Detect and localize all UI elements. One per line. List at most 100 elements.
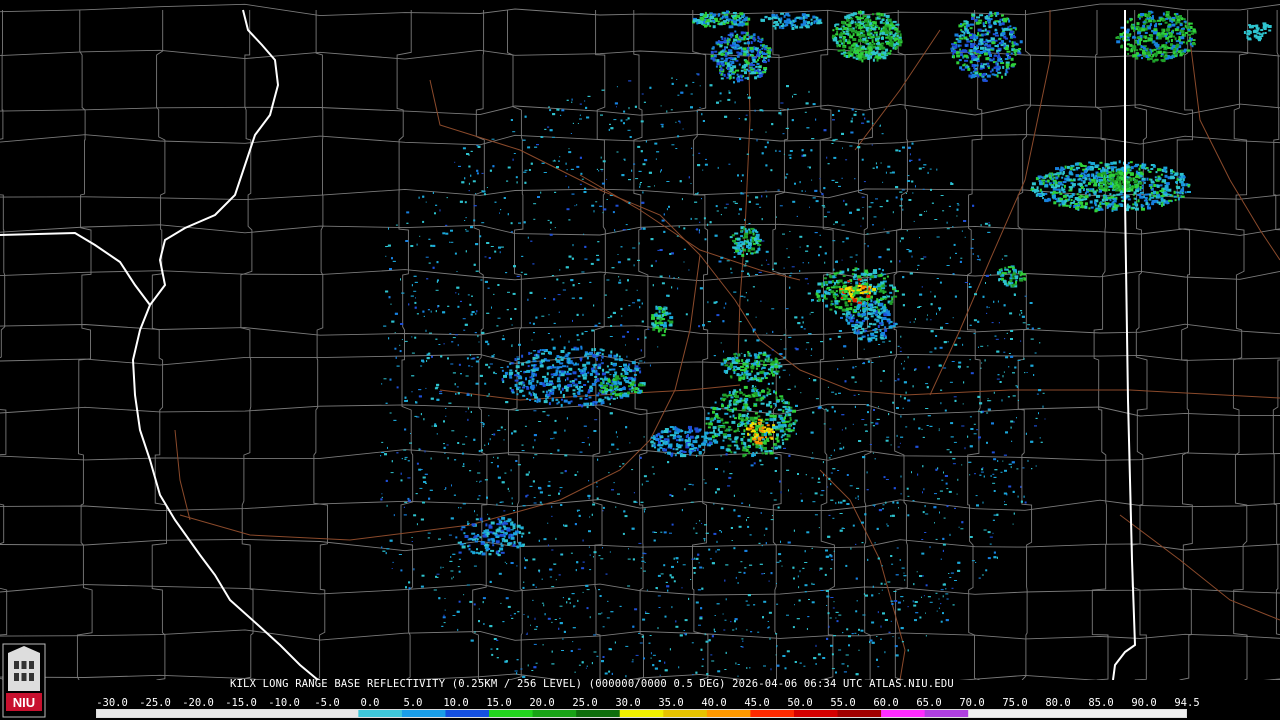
echo-pixel <box>878 509 882 512</box>
echo-pixel <box>743 429 746 433</box>
echo-pixel <box>623 363 627 367</box>
echo-pixel <box>747 594 751 597</box>
echo-pixel <box>827 535 831 538</box>
echo-pixel <box>459 200 463 203</box>
echo-pixel <box>738 571 742 573</box>
echo-pixel <box>775 654 777 656</box>
echo-pixel <box>940 326 943 329</box>
echo-pixel <box>698 562 700 564</box>
echo-pixel <box>872 167 875 169</box>
echo-pixel <box>639 183 641 186</box>
echo-pixel <box>882 504 885 506</box>
echo-pixel <box>773 262 777 265</box>
echo-pixel <box>701 113 703 116</box>
echo-pixel <box>396 386 399 389</box>
echo-pixel <box>664 669 668 672</box>
echo-pixel <box>517 386 521 389</box>
echo-pixel <box>581 404 584 408</box>
echo-pixel <box>481 331 485 334</box>
echo-pixel <box>496 648 499 650</box>
echo-pixel <box>451 577 453 580</box>
echo-pixel <box>778 353 781 355</box>
echo-pixel <box>1016 468 1019 470</box>
echo-pixel <box>805 474 807 476</box>
echo-pixel <box>704 482 707 484</box>
echo-pixel <box>775 149 777 152</box>
echo-pixel <box>730 272 733 274</box>
echo-pixel <box>611 267 615 269</box>
echo-pixel <box>394 332 396 334</box>
echo-pixel <box>692 81 695 83</box>
echo-pixel <box>498 246 501 249</box>
echo-pixel <box>841 177 843 179</box>
echo-pixel <box>927 314 928 316</box>
echo-pixel <box>609 374 612 376</box>
echo-pixel <box>494 250 497 253</box>
echo-pixel <box>787 256 790 258</box>
echo-pixel <box>1007 272 1011 274</box>
echo-pixel <box>918 427 921 430</box>
echo-pixel <box>751 385 754 387</box>
echo-pixel <box>788 489 789 492</box>
county-line <box>1232 10 1249 680</box>
echo-pixel <box>392 260 396 262</box>
echo-pixel <box>651 466 654 468</box>
echo-pixel <box>584 258 588 260</box>
echo-pixel <box>666 181 670 182</box>
echo-pixel <box>488 366 491 369</box>
echo-pixel <box>807 166 809 168</box>
echo-pixel <box>916 571 918 573</box>
echo-pixel <box>463 543 466 545</box>
echo-pixel <box>414 306 417 309</box>
echo-pixel <box>530 162 533 165</box>
echo-pixel <box>852 366 855 369</box>
echo-pixel <box>733 256 736 258</box>
echo-pixel <box>969 474 971 476</box>
echo-pixel <box>583 233 585 235</box>
echo-pixel <box>747 517 750 518</box>
echo-pixel <box>837 109 840 112</box>
echo-pixel <box>881 133 884 135</box>
echo-pixel <box>721 507 724 510</box>
echo-pixel <box>558 311 560 313</box>
echo-pixel <box>553 298 556 301</box>
echo-pixel <box>754 412 758 415</box>
echo-pixel <box>559 156 561 158</box>
echo-pixel <box>442 311 446 314</box>
echo-pixel <box>768 580 770 582</box>
echo-pixel <box>1020 340 1022 342</box>
echo-pixel <box>1010 426 1012 429</box>
echo-pixel <box>513 613 516 615</box>
echo-pixel <box>430 244 433 247</box>
echo-pixel <box>549 383 552 386</box>
echo-pixel <box>532 583 535 586</box>
echo-pixel <box>421 359 424 362</box>
echo-pixel <box>428 238 431 240</box>
echo-pixel <box>741 174 744 177</box>
echo-pixel <box>436 433 438 435</box>
echo-pixel <box>799 662 802 664</box>
echo-pixel <box>469 470 472 472</box>
echo-pixel <box>644 336 647 339</box>
echo-pixel <box>765 164 768 167</box>
echo-pixel <box>970 372 974 375</box>
echo-pixel <box>878 406 879 408</box>
echo-pixel <box>954 507 956 509</box>
echo-pixel <box>760 448 763 452</box>
echo-pixel <box>392 561 394 563</box>
echo-pixel <box>712 407 717 410</box>
echo-pixel <box>523 171 527 173</box>
echo-pixel <box>886 436 890 438</box>
echo-pixel <box>663 230 666 233</box>
echo-pixel <box>940 620 943 623</box>
echo-pixel <box>520 668 523 670</box>
echo-pixel <box>516 358 520 361</box>
echo-pixel <box>559 269 561 271</box>
echo-pixel <box>1027 459 1029 462</box>
echo-pixel <box>890 444 892 446</box>
echo-pixel <box>734 620 736 623</box>
echo-pixel <box>435 310 437 313</box>
echo-pixel <box>804 190 806 192</box>
echo-pixel <box>587 95 591 97</box>
echo-pixel <box>938 607 940 609</box>
